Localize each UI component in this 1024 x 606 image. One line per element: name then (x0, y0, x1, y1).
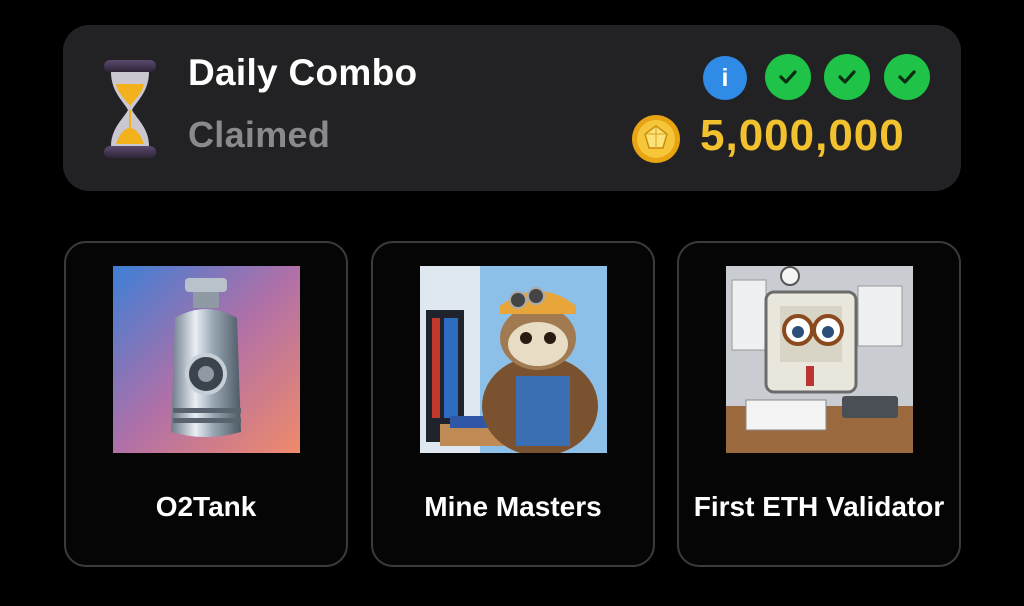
combo-card-first-eth-validator[interactable]: First ETH Validator (677, 241, 961, 567)
check-icon (765, 54, 811, 100)
coin-icon (632, 115, 680, 163)
card-name: Mine Masters (424, 491, 602, 522)
daily-combo-title: Daily Combo (188, 52, 418, 93)
daily-combo-banner (63, 25, 961, 191)
oxygen-tank-image (113, 266, 300, 453)
card-name: O2Tank (155, 491, 257, 522)
info-icon[interactable]: i (703, 56, 747, 100)
combo-card-o2tank[interactable]: O2Tank (64, 241, 348, 567)
sloth-miner-image (420, 266, 607, 453)
claimed-status: Claimed (188, 114, 331, 155)
card-name: First ETH Validator (693, 491, 945, 522)
reward-amount: 5,000,000 (700, 111, 905, 160)
combo-card-mine-masters[interactable]: Mine Masters (371, 241, 655, 567)
hourglass-icon (104, 60, 156, 158)
computer-validator-image (726, 266, 913, 453)
check-icon (824, 54, 870, 100)
check-icon (884, 54, 930, 100)
